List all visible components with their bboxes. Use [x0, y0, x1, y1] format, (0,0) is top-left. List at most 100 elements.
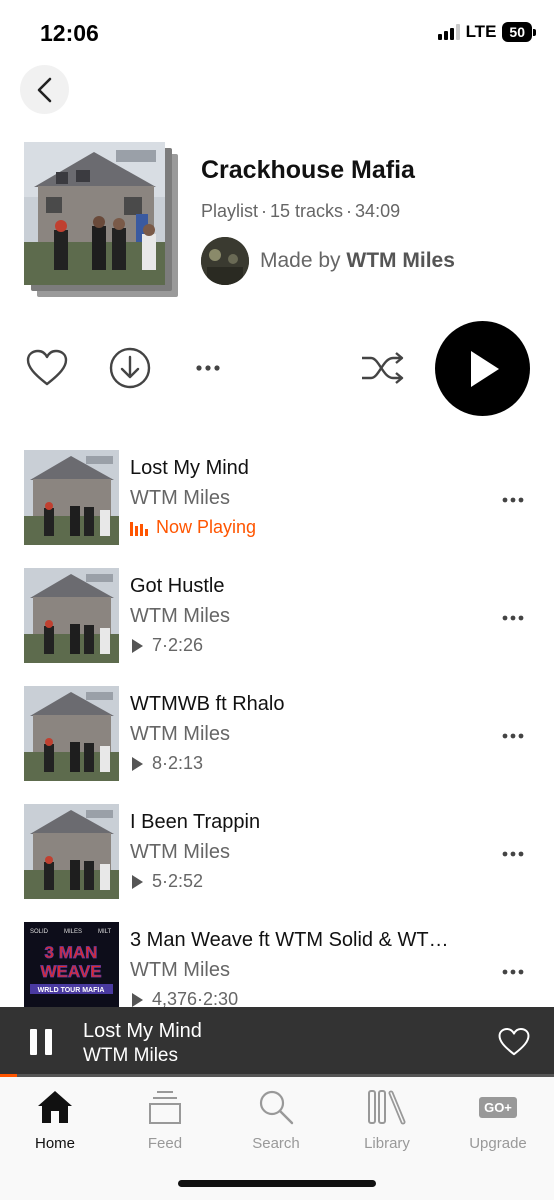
status-time: 12:06	[40, 20, 99, 46]
upgrade-icon: GO+	[479, 1096, 517, 1118]
svg-text:3 MAN: 3 MAN	[45, 943, 98, 962]
more-options-button[interactable]	[190, 355, 226, 381]
track-stats: 8·2:13	[130, 753, 203, 774]
track-row[interactable]: WTMWB ft Rhalo WTM Miles 8·2:13	[24, 686, 534, 782]
track-more-button[interactable]	[502, 486, 524, 509]
mini-player-artist: WTM Miles	[83, 1045, 178, 1066]
search-icon	[259, 1090, 294, 1125]
track-more-button[interactable]	[502, 840, 524, 863]
library-icon	[368, 1090, 406, 1125]
status-bar: 12:06 LTE 50	[0, 0, 554, 60]
track-artist: WTM Miles	[130, 723, 230, 745]
weave-artwork: SOLID MILES MILT 3 MAN WEAVE WRLD TOUR M…	[24, 922, 119, 1007]
tab-feed[interactable]: Feed	[110, 1087, 220, 1157]
track-row[interactable]: I Been Trappin WTM Miles 5·2:52	[24, 804, 534, 900]
heart-icon	[498, 1028, 530, 1056]
home-indicator	[178, 1180, 376, 1187]
track-artwork	[24, 450, 119, 545]
more-icon	[502, 733, 524, 739]
status-indicators: LTE 50	[437, 22, 536, 42]
track-stats: 5·2:52	[130, 871, 203, 892]
track-more-button[interactable]	[502, 722, 524, 745]
playlist-title: Crackhouse Mafia	[201, 156, 415, 184]
network-type: LTE	[465, 22, 497, 41]
play-all-button[interactable]	[435, 321, 530, 416]
play-count-icon	[132, 874, 143, 889]
home-icon	[38, 1091, 72, 1123]
track-artwork	[24, 804, 119, 899]
svg-text:WRLD TOUR MAFIA: WRLD TOUR MAFIA	[38, 987, 105, 994]
creator-name: WTM Miles	[346, 249, 455, 272]
play-count-icon	[132, 756, 143, 771]
track-duration: 2:52	[168, 871, 204, 891]
now-playing-indicator: Now Playing	[130, 517, 256, 538]
tab-home[interactable]: Home	[0, 1087, 110, 1157]
playlist-type: Playlist	[201, 201, 259, 221]
more-icon	[502, 497, 524, 503]
battery-icon: 50	[502, 22, 536, 42]
track-stats: 4,376·2:30	[130, 989, 238, 1007]
play-count: 5	[152, 871, 163, 891]
creator-avatar[interactable]	[201, 237, 249, 285]
play-count: 4,376	[152, 989, 198, 1007]
track-stats: 7·2:26	[130, 635, 203, 656]
creator-link[interactable]: Made by WTM Miles	[260, 249, 455, 273]
play-count: 7	[152, 635, 163, 655]
heart-icon	[26, 349, 68, 386]
track-row[interactable]: Lost My Mind WTM Miles Now Playing	[24, 450, 534, 546]
track-artwork	[24, 686, 119, 781]
svg-text:WEAVE: WEAVE	[40, 962, 101, 981]
more-icon	[502, 851, 524, 857]
feed-icon	[149, 1091, 181, 1124]
mini-player-title: Lost My Mind	[83, 1020, 202, 1042]
track-more-button[interactable]	[502, 604, 524, 627]
track-title: WTMWB ft Rhalo	[130, 693, 285, 715]
track-more-button[interactable]	[502, 958, 524, 981]
mini-player[interactable]: Lost My Mind WTM Miles	[0, 1007, 554, 1077]
tab-search[interactable]: Search	[221, 1087, 331, 1157]
track-title: I Been Trappin	[130, 811, 261, 833]
track-artwork: SOLID MILES MILT 3 MAN WEAVE WRLD TOUR M…	[24, 922, 119, 1007]
mini-player-like-button[interactable]	[498, 1027, 530, 1057]
more-icon	[502, 615, 524, 621]
track-title: 3 Man Weave ft WTM Solid & WT…	[130, 929, 449, 951]
svg-text:MILT: MILT	[98, 929, 112, 935]
tab-upgrade[interactable]: GO+ Upgrade	[443, 1087, 553, 1157]
download-icon	[109, 347, 151, 389]
play-count-icon	[132, 638, 143, 653]
track-row[interactable]: SOLID MILES MILT 3 MAN WEAVE WRLD TOUR M…	[24, 922, 534, 1007]
shuffle-button[interactable]	[358, 346, 408, 390]
more-icon	[196, 365, 220, 371]
play-count-icon	[132, 992, 143, 1007]
track-duration: 2:13	[168, 753, 204, 773]
track-row[interactable]: Got Hustle WTM Miles 7·2:26	[24, 568, 534, 664]
track-artist: WTM Miles	[130, 487, 230, 509]
tab-library[interactable]: Library	[332, 1087, 442, 1157]
shuffle-icon	[362, 352, 404, 384]
playlist-duration: 34:09	[355, 201, 401, 221]
playlist-track-count: 15 tracks	[270, 201, 344, 221]
equalizer-icon	[130, 521, 148, 536]
track-artist: WTM Miles	[130, 959, 230, 981]
playlist-cover	[24, 142, 178, 298]
track-artist: WTM Miles	[130, 605, 230, 627]
track-duration: 2:30	[203, 989, 239, 1007]
track-title: Got Hustle	[130, 575, 225, 597]
track-duration: 2:26	[168, 635, 204, 655]
like-button[interactable]	[24, 345, 70, 391]
svg-text:MILES: MILES	[64, 929, 82, 935]
back-button[interactable]	[20, 65, 69, 114]
signal-icon	[437, 24, 460, 40]
playlist-meta: Playlist · 15 tracks · 34:09	[201, 201, 401, 221]
more-icon	[502, 969, 524, 975]
track-artwork	[24, 568, 119, 663]
play-count: 8	[152, 753, 163, 773]
pause-button[interactable]	[30, 1029, 52, 1055]
track-artist: WTM Miles	[130, 841, 230, 863]
track-title: Lost My Mind	[130, 457, 249, 479]
download-button[interactable]	[107, 345, 153, 391]
cover-art-image	[24, 142, 165, 285]
chevron-left-icon	[37, 77, 51, 102]
pause-icon	[30, 1029, 37, 1055]
play-icon	[470, 350, 499, 387]
